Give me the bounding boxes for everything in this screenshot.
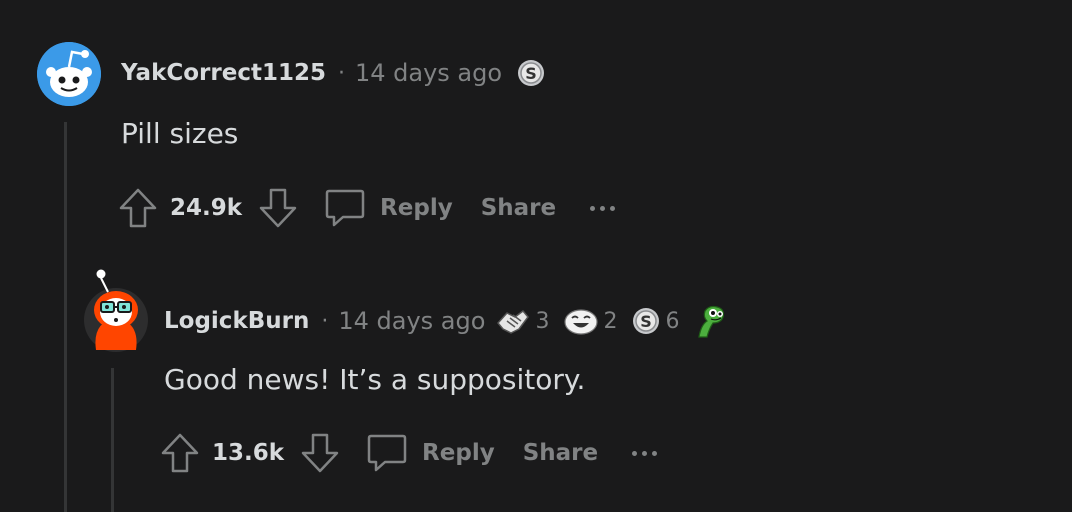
vote-score: 13.6k: [212, 440, 285, 466]
avatar[interactable]: [37, 42, 101, 106]
avatar[interactable]: [84, 268, 148, 352]
svg-text:S: S: [525, 64, 537, 83]
green-creature-award-icon: [698, 305, 725, 338]
comment-actions: 24.9k Reply Share: [116, 186, 616, 230]
more-options-button[interactable]: [632, 450, 658, 456]
award-count: 6: [665, 308, 680, 334]
reply-label: Reply: [422, 440, 495, 466]
share-label: Share: [480, 195, 557, 221]
upvote-arrow-icon: [119, 188, 157, 228]
comment-bubble-icon: [325, 189, 365, 227]
award-count: 3: [535, 308, 550, 334]
share-button[interactable]: Share: [523, 440, 598, 466]
dot-icon: [632, 450, 638, 456]
comment-meta: YakCorrect1125 · 14 days ago S: [121, 58, 546, 88]
downvote-button[interactable]: [298, 431, 342, 475]
meta-separator: ·: [321, 308, 329, 334]
dot-icon: [600, 205, 606, 211]
laughing-face-award-icon: [564, 309, 599, 335]
silver-award-icon: S: [633, 308, 660, 334]
dot-icon: [610, 205, 616, 211]
award-silver[interactable]: S 6: [631, 306, 679, 336]
award-green-creature[interactable]: [693, 303, 727, 339]
thread-line-top-level[interactable]: [64, 122, 67, 512]
comment-bubble-icon: [367, 434, 407, 472]
meta-separator: ·: [337, 60, 345, 86]
downvote-arrow-icon: [301, 433, 339, 473]
snoo-avatar-icon: [37, 42, 101, 106]
more-options-button[interactable]: [590, 205, 616, 211]
vote-score: 24.9k: [170, 195, 243, 221]
reply-label: Reply: [380, 195, 453, 221]
dot-icon: [652, 450, 658, 456]
downvote-button[interactable]: [256, 186, 300, 230]
silver-award-icon: S: [518, 60, 545, 86]
timestamp[interactable]: 14 days ago: [355, 59, 502, 87]
reply-button[interactable]: Reply: [324, 187, 453, 229]
thread-line-reply[interactable]: [111, 368, 114, 512]
handshake-award-icon: [497, 310, 530, 334]
upvote-button[interactable]: [158, 431, 202, 475]
upvote-button[interactable]: [116, 186, 160, 230]
comment-body: Pill sizes: [121, 117, 239, 150]
award-count: 2: [603, 308, 618, 334]
dot-icon: [590, 205, 596, 211]
username-link[interactable]: LogickBurn: [164, 308, 309, 334]
username-link[interactable]: YakCorrect1125: [121, 60, 326, 86]
timestamp[interactable]: 14 days ago: [338, 307, 485, 335]
comment-actions: 13.6k Reply Share: [158, 431, 658, 475]
comment-body: Good news! It’s a suppository.: [164, 363, 586, 396]
award-silver[interactable]: S: [516, 58, 546, 88]
award-laughing-face[interactable]: 2: [563, 306, 617, 336]
comment-meta: LogickBurn · 14 days ago 3 2 S 6: [164, 303, 727, 339]
dot-icon: [642, 450, 648, 456]
upvote-arrow-icon: [161, 433, 199, 473]
downvote-arrow-icon: [259, 188, 297, 228]
share-label: Share: [522, 440, 599, 466]
share-button[interactable]: Share: [481, 195, 556, 221]
reply-button[interactable]: Reply: [366, 432, 495, 474]
award-handshake[interactable]: 3: [495, 305, 549, 337]
svg-text:S: S: [641, 312, 653, 331]
snoo-avatar-icon: [84, 269, 148, 352]
